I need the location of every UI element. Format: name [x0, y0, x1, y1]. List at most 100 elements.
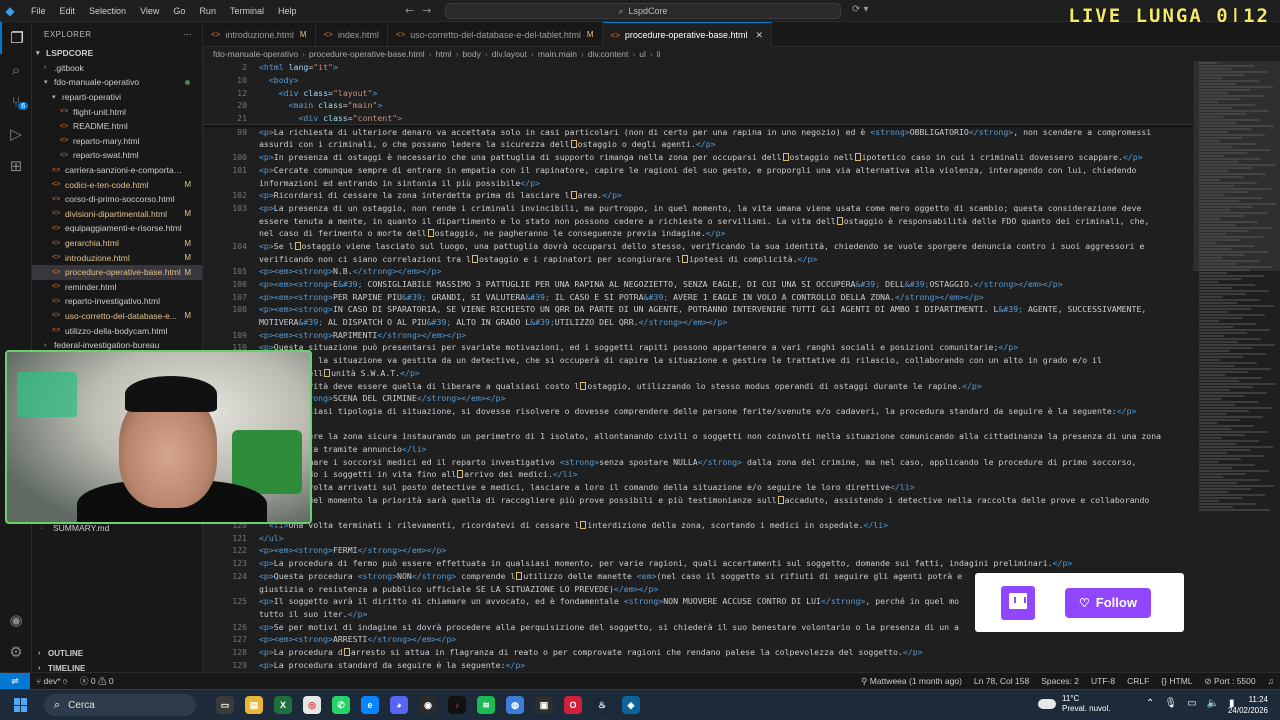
code-line[interactable]: 2 <html lang="it">	[203, 61, 1193, 74]
code-line[interactable]: MOTIVERA&#39; AL DISPATCH O AL PIU&#39; …	[203, 316, 1193, 329]
forward-arrow-icon[interactable]: →	[422, 4, 439, 17]
tree-file[interactable]: <> carriera-sanzioni-e-comportamento...	[32, 163, 202, 178]
code-line[interactable]: 101 <p>Cercate comunque sempre di entrare…	[203, 164, 1193, 177]
code-line[interactable]: 12 <div class="layout">	[203, 86, 1193, 99]
breadcrumb-item[interactable]: div.content	[588, 49, 628, 59]
windows-start-icon[interactable]	[14, 698, 28, 712]
whatsapp-icon[interactable]: ✆	[332, 696, 350, 714]
tree-file[interactable]: <> introduzione.html M	[32, 250, 202, 265]
code-line[interactable]: 113<p><em><strong>SCENA DEL CRIMINE</str…	[203, 392, 1193, 405]
code-line[interactable]: 114<p>In qualsiasi tipologia di situazio…	[203, 405, 1193, 418]
clock[interactable]: 11:24 24/02/2026	[1228, 694, 1268, 716]
excel-icon[interactable]: X	[274, 696, 292, 714]
code-line[interactable]	[203, 506, 1193, 519]
code-line[interactable]: 109 <p><em><strong>RAPIMENTI</strong></em…	[203, 328, 1193, 341]
code-line[interactable]: 123 <p>La procedura di fermo può essere e…	[203, 557, 1193, 570]
menu-view[interactable]: View	[133, 6, 166, 16]
run-debug-icon[interactable]: ▷	[0, 118, 32, 150]
app-icon[interactable]: ▣	[535, 696, 553, 714]
menu-edit[interactable]: Edit	[53, 6, 83, 16]
breadcrumb-item[interactable]: ul	[639, 49, 646, 59]
code-line[interactable]: 100 <p>In presenza di ostaggi è necessari…	[203, 151, 1193, 164]
vscode-taskbar-icon[interactable]: ◆	[622, 696, 640, 714]
breadcrumb-item[interactable]: fdo-manuale-operativo	[213, 49, 298, 59]
opera-icon[interactable]: O	[564, 696, 582, 714]
steam-icon[interactable]: ♨	[593, 696, 611, 714]
code-line[interactable]: 129 <p>La procedura standard da seguire è…	[203, 658, 1193, 671]
code-line[interactable]: 111<p>Di base, la situazione va gestita …	[203, 354, 1193, 367]
breadcrumb-item[interactable]: main.main	[538, 49, 577, 59]
problems-indicator[interactable]: ⓧ 0 ⚠ 0	[74, 675, 120, 687]
tree-folder[interactable]: › .gitbook	[32, 61, 202, 76]
cursor-position[interactable]: Ln 78, Col 158	[968, 676, 1035, 687]
minimap[interactable]	[1193, 61, 1280, 672]
code-line[interactable]: supporto dellunità S.W.A.T.</p>	[203, 367, 1193, 380]
code-line[interactable]: informazioni ed entrando in sintonia il …	[203, 176, 1193, 189]
weather-widget[interactable]: 11°C Preval. nuvol.	[1038, 694, 1110, 714]
explorer-icon[interactable]: ❐	[0, 22, 32, 54]
copilot-icon[interactable]: ⟳ ▾	[852, 4, 869, 15]
search-icon[interactable]: ⌕	[0, 54, 32, 86]
live-server-port[interactable]: ⊘ Port : 5500	[1199, 676, 1262, 687]
file-explorer-icon[interactable]: ▤	[245, 696, 263, 714]
tab-procedure-operative-base[interactable]: <> procedure-operative-base.html ✕	[602, 22, 773, 47]
remote-indicator-icon[interactable]: ⇌	[0, 672, 30, 690]
menu-selection[interactable]: Selection	[82, 6, 133, 16]
code-line[interactable]: 110 <p>Questa situazione può presentarsi …	[203, 341, 1193, 354]
chrome-icon[interactable]: ◎	[303, 696, 321, 714]
follow-button[interactable]: ♡ Follow	[1065, 587, 1151, 618]
tree-file[interactable]: <> reminder.html	[32, 280, 202, 295]
code-line[interactable]: 119 <li>In quel momento la priorità sarà…	[203, 493, 1193, 506]
code-line[interactable]: 106 <p><em><strong>E&#39; CONSIGLIABILE M…	[203, 278, 1193, 291]
breadcrumb-item[interactable]: body	[462, 49, 480, 59]
microphone-icon[interactable]: 🎙	[1164, 698, 1177, 709]
menu-terminal[interactable]: Terminal	[223, 6, 271, 16]
line-ending[interactable]: CRLF	[1121, 676, 1155, 687]
menu-help[interactable]: Help	[271, 6, 304, 16]
more-actions-icon[interactable]: ⋯	[184, 30, 193, 39]
tree-folder[interactable]: ▾ reparti-operativi	[32, 90, 202, 105]
navigation-arrows[interactable]: ←→	[405, 4, 439, 17]
code-line[interactable]: 127 <p><em><strong>ARRESTI</strong></em><…	[203, 633, 1193, 646]
code-line[interactable]: 118 <li>Una volta arrivati sul posto det…	[203, 481, 1193, 494]
tree-file[interactable]: <> reparto-mary.html	[32, 134, 202, 149]
network-icon[interactable]: ▭	[1187, 698, 1196, 709]
sync-icon[interactable]: ⟳	[63, 676, 68, 686]
tree-file[interactable]: <> utilizzo-della-bodycam.html	[32, 323, 202, 338]
browser-icon[interactable]: ◍	[506, 696, 524, 714]
code-line[interactable]: 105 <p><em><strong>N.B.</strong></em></p>	[203, 265, 1193, 278]
timeline-section[interactable]: › TIMELINE	[32, 661, 202, 672]
workspace-root[interactable]: ▾ LSPDCORE	[32, 46, 202, 61]
volume-icon[interactable]: 🔈	[1207, 698, 1219, 709]
breadcrumb-item[interactable]: div.layout	[492, 49, 527, 59]
tree-file[interactable]: <> corso-di-primo-soccorso.html	[32, 192, 202, 207]
code-line[interactable]: essere tenuta a mente, in quanto il dipa…	[203, 214, 1193, 227]
menu-file[interactable]: File	[24, 6, 53, 16]
command-center-search[interactable]: ⌕ LspdCore	[445, 3, 841, 19]
tree-file[interactable]: <> equipaggiamenti-e-risorse.html	[32, 221, 202, 236]
back-arrow-icon[interactable]: ←	[405, 4, 422, 17]
encoding[interactable]: UTF-8	[1085, 676, 1121, 687]
tree-file[interactable]: <> flight-unit.html	[32, 104, 202, 119]
tree-file[interactable]: <> uso-corretto-del-database-e... M	[32, 309, 202, 324]
code-line[interactable]: 10 <body>	[203, 74, 1193, 87]
github-icon[interactable]: ◉	[419, 696, 437, 714]
tree-file[interactable]: <> divisioni-dipartimentali.html M	[32, 207, 202, 222]
outline-section[interactable]: › OUTLINE	[32, 646, 202, 661]
menu-go[interactable]: Go	[166, 6, 192, 16]
code-line[interactable]: 103 <p>La presenza di un ostaggio, non re…	[203, 202, 1193, 215]
taskbar-search[interactable]: ⌕ Cerca	[44, 694, 196, 716]
breadcrumb-item[interactable]: li	[657, 49, 661, 59]
code-line[interactable]: assurdi con i criminali, o che possano l…	[203, 138, 1193, 151]
tab-uso-corretto[interactable]: <> uso-corretto-del-database-e-del-tablet…	[388, 22, 603, 47]
git-blame[interactable]: ⚲ Mattweea (1 month ago)	[855, 676, 968, 687]
git-branch[interactable]: ⑂ dev* ⟳	[30, 676, 74, 686]
task-view-icon[interactable]: ▭	[216, 696, 234, 714]
tree-file[interactable]: <> gerarchia.html M	[32, 236, 202, 251]
account-icon[interactable]: ◉	[0, 604, 32, 636]
tree-file[interactable]: <> reparto-investigativo.html	[32, 294, 202, 309]
code-line[interactable]: 21 <div class="content">	[203, 112, 1193, 125]
tree-file[interactable]: <> procedure-operative-base.html M	[32, 264, 202, 280]
edge-icon[interactable]: e	[361, 696, 379, 714]
settings-gear-icon[interactable]: ⚙	[0, 636, 32, 668]
